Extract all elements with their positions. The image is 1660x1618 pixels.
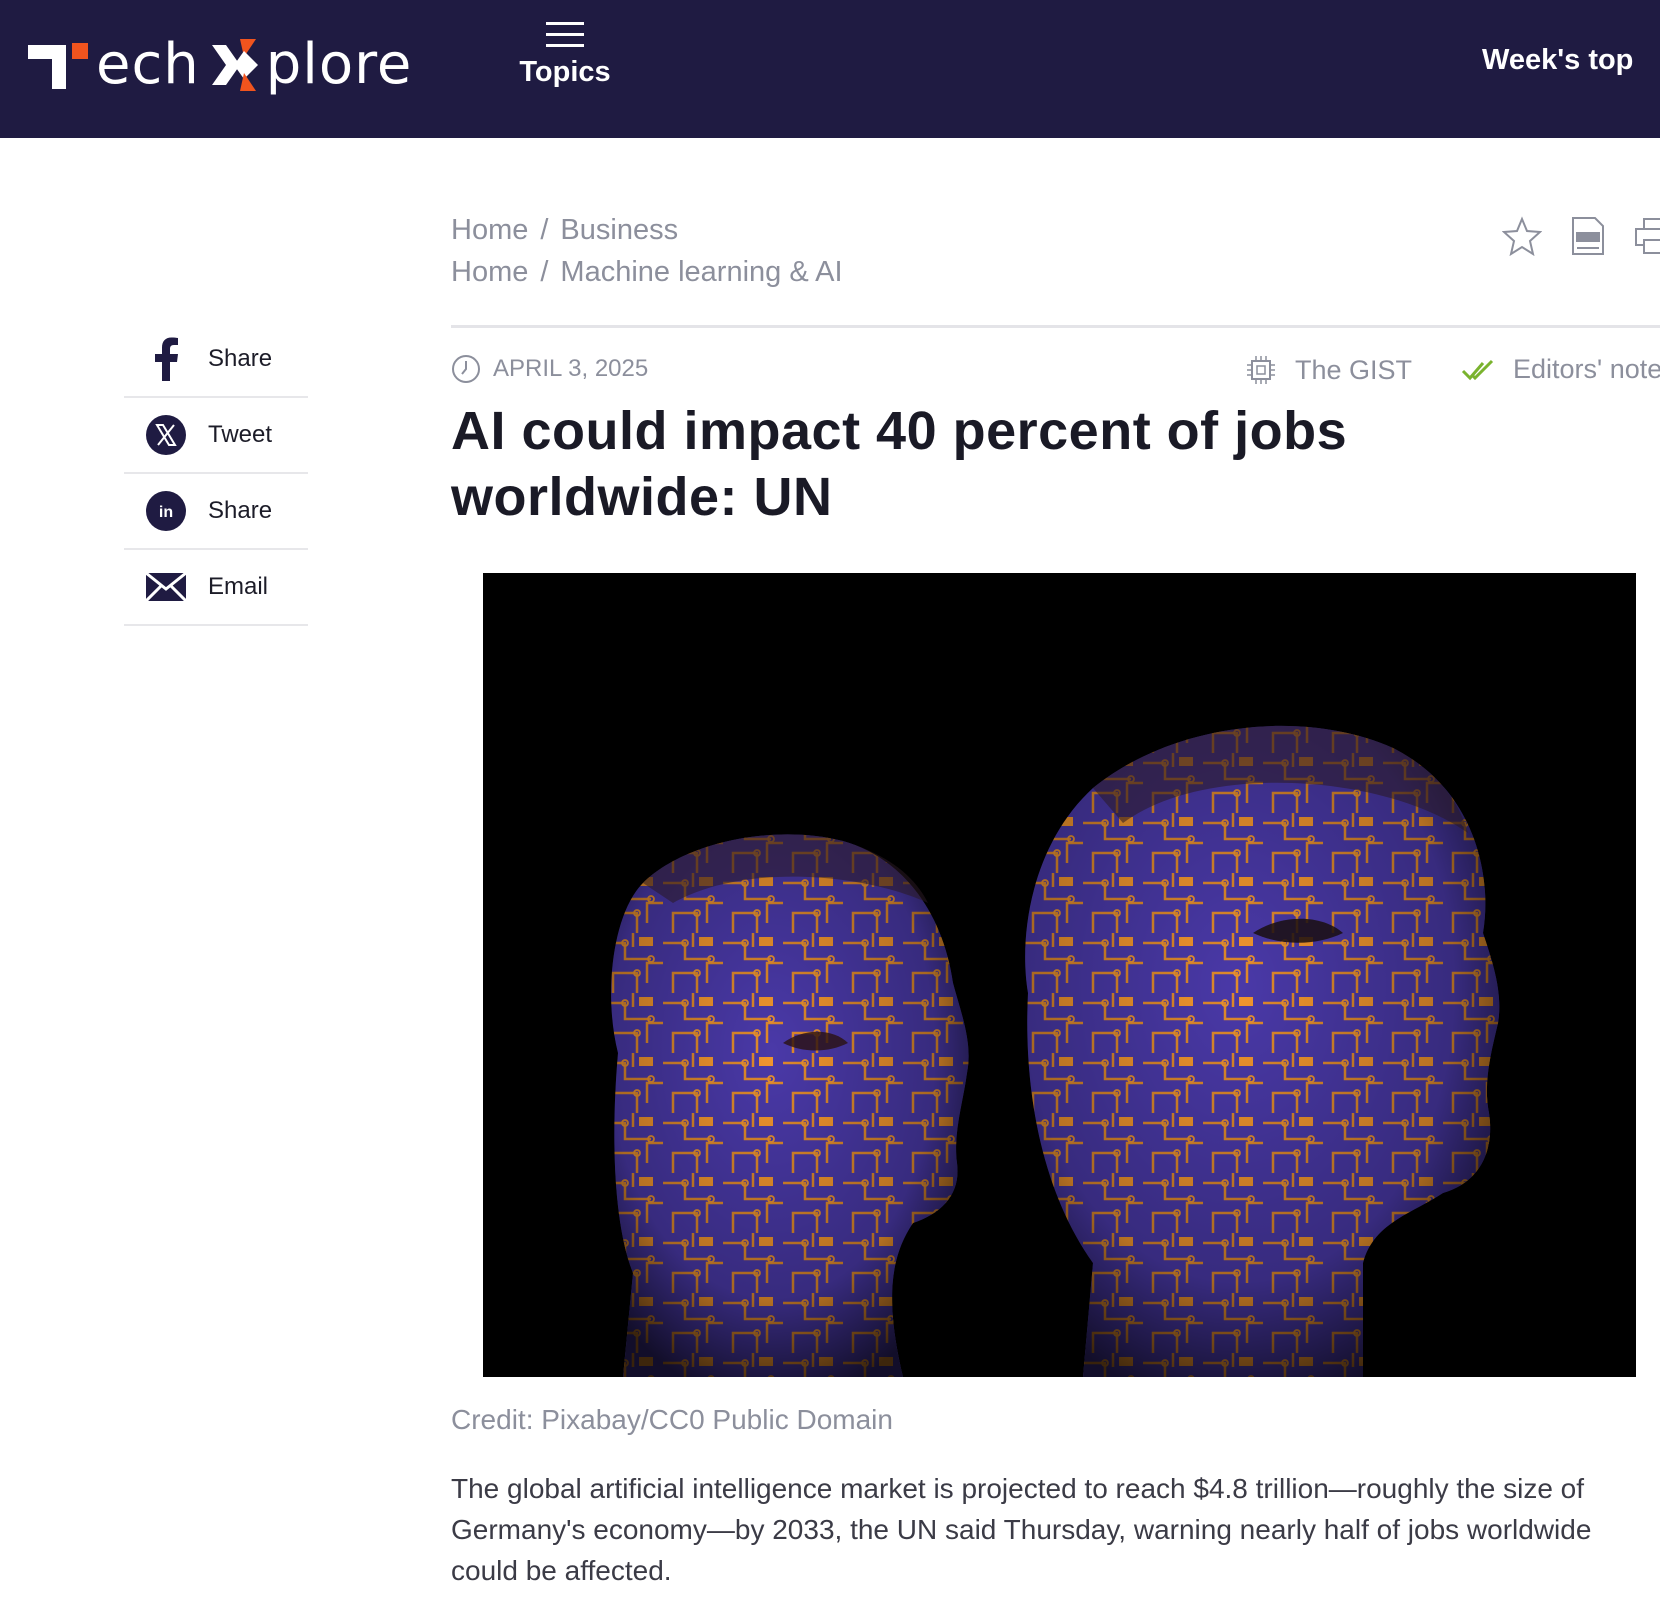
chip-icon: [1247, 356, 1275, 384]
weeks-top-link[interactable]: Week's top: [1482, 44, 1633, 77]
circuit-heads-illustration: [483, 573, 1636, 1377]
breadcrumb-home-link[interactable]: Home: [451, 256, 528, 288]
article-lead-paragraph: The global artificial intelligence marke…: [451, 1473, 1592, 1586]
share-email-label: Email: [208, 573, 269, 600]
print-button[interactable]: [1632, 214, 1660, 258]
logo-text-left: ech: [96, 32, 200, 97]
pdf-button[interactable]: [1566, 214, 1610, 258]
print-icon: [1635, 218, 1660, 254]
breadcrumb-home-link[interactable]: Home: [451, 214, 528, 246]
pdf-icon: [1572, 217, 1604, 255]
double-check-icon: [1461, 359, 1494, 380]
article-hero-image[interactable]: [483, 573, 1636, 1377]
share-linkedin-button[interactable]: in Share: [124, 474, 308, 550]
star-icon: [1502, 216, 1542, 256]
header-divider: [451, 325, 1660, 328]
image-credit: Credit: Pixabay/CC0 Public Domain: [451, 1404, 893, 1435]
bookmark-star-button[interactable]: [1500, 214, 1544, 258]
share-x-button[interactable]: Tweet: [124, 398, 308, 474]
share-rail: Share Tweet in Share Email: [124, 322, 308, 626]
share-email-button[interactable]: Email: [124, 550, 308, 626]
breadcrumb-row: Home / Business: [451, 214, 843, 256]
logo-x-mark: [211, 39, 258, 91]
breadcrumbs: Home / Business Home / Machine learning & AI: [451, 214, 843, 298]
share-linkedin-label: Share: [208, 497, 273, 524]
share-facebook-button[interactable]: Share: [124, 322, 308, 398]
site-logo[interactable]: ech plore: [28, 30, 412, 100]
logo-t-mark: [28, 43, 88, 89]
breadcrumb-separator: /: [540, 214, 549, 246]
breadcrumb-business-link[interactable]: Business: [560, 214, 678, 246]
editors-notes-label: Editors' notes: [1513, 354, 1660, 384]
article-tools: [1500, 214, 1660, 258]
breadcrumb-ml-ai-link[interactable]: Machine learning & AI: [560, 256, 842, 288]
share-x-label: Tweet: [208, 421, 273, 448]
site-header: ech plore Topics Week's top: [0, 0, 1660, 138]
breadcrumb-separator: /: [540, 256, 549, 288]
editors-notes-link[interactable]: Editors' notes: [1461, 354, 1660, 385]
article-date: APRIL 3, 2025: [451, 354, 648, 384]
hamburger-icon: [546, 22, 584, 47]
logo-text-right: plore: [265, 32, 413, 97]
article-headline: AI could impact 40 percent of jobs world…: [451, 401, 1348, 527]
share-facebook-label: Share: [208, 345, 273, 372]
clock-icon: [452, 355, 480, 383]
topics-label: Topics: [519, 56, 611, 88]
the-gist-label: The GIST: [1295, 354, 1413, 385]
article-date-text: APRIL 3, 2025: [493, 355, 649, 382]
breadcrumb-row: Home / Machine learning & AI: [451, 256, 843, 298]
linkedin-icon: in: [144, 489, 188, 533]
svg-text:in: in: [159, 504, 173, 521]
the-gist-link[interactable]: The GIST: [1245, 354, 1412, 386]
x-icon: [144, 413, 188, 457]
email-icon: [144, 565, 188, 609]
topics-menu-button[interactable]: Topics: [510, 22, 620, 89]
facebook-icon: [144, 337, 188, 381]
article-meta: APRIL 3, 2025 The GIST Editors' notes: [451, 354, 1660, 394]
